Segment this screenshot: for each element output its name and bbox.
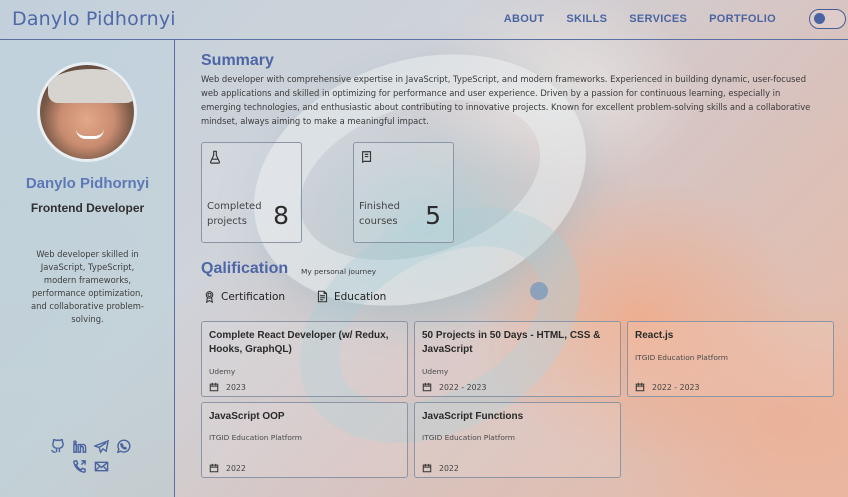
certificate-card[interactable]: JavaScript OOP ITGID Education Platform … xyxy=(201,402,408,478)
certificate-card[interactable]: React.js ITGID Education Platform 2022 -… xyxy=(627,321,834,397)
whatsapp-icon[interactable] xyxy=(115,438,131,454)
nav-skills[interactable]: SKILLS xyxy=(566,13,607,25)
profile-role: Frontend Developer xyxy=(30,201,145,215)
social-links xyxy=(45,438,135,474)
document-icon xyxy=(317,290,328,303)
certificate-title: JavaScript OOP xyxy=(209,411,285,422)
profile-name: Danylo Pidhornyi xyxy=(25,175,150,192)
github-icon[interactable] xyxy=(49,438,65,454)
certificate-date: 2022 xyxy=(209,463,246,473)
flask-icon xyxy=(208,149,222,164)
certificate-org: ITGID Education Platform xyxy=(209,433,302,442)
award-icon xyxy=(205,291,214,303)
tab-label: Education xyxy=(334,290,387,303)
calendar-icon xyxy=(422,463,432,473)
main-nav: ABOUT SKILLS SERVICES PORTFOLIO xyxy=(504,13,776,25)
theme-toggle-knob xyxy=(814,13,825,24)
certificate-org: Udemy xyxy=(209,367,236,376)
qualification-subtitle: My personal journey xyxy=(301,267,377,276)
stat-value: 8 xyxy=(273,201,289,230)
tab-education[interactable]: Education xyxy=(316,290,386,303)
certificate-date: 2022 - 2023 xyxy=(422,382,486,392)
tab-label: Certification xyxy=(221,290,286,303)
calendar-icon xyxy=(209,382,219,392)
stat-value: 5 xyxy=(425,201,441,230)
phone-icon[interactable] xyxy=(71,458,87,474)
certificate-title: 50 Projects in 50 Days - HTML, CSS & Jav… xyxy=(422,330,601,355)
certificate-title: JavaScript Functions xyxy=(422,411,524,422)
profile-bio: Web developer skilled in JavaScript, Typ… xyxy=(30,249,144,324)
certificate-card[interactable]: Complete React Developer (w/ Redux, Hook… xyxy=(201,321,408,397)
nav-about[interactable]: ABOUT xyxy=(504,13,545,25)
summary-title: Summary xyxy=(201,52,274,69)
avatar xyxy=(37,62,137,162)
nav-portfolio[interactable]: PORTFOLIO xyxy=(709,13,776,25)
certificate-card[interactable]: JavaScript Functions ITGID Education Pla… xyxy=(414,402,621,478)
stat-completed-projects: Completed projects 8 xyxy=(201,142,302,243)
stat-finished-courses: Finished courses 5 xyxy=(353,142,454,243)
book-icon xyxy=(360,149,374,163)
summary-text: Web developer with comprehensive experti… xyxy=(201,74,811,126)
certificate-title: React.js xyxy=(635,330,674,341)
top-header: Danylo Pidhornyi ABOUT SKILLS SERVICES P… xyxy=(0,0,848,40)
telegram-icon[interactable] xyxy=(93,438,109,454)
calendar-icon xyxy=(209,463,219,473)
theme-toggle[interactable] xyxy=(809,9,846,29)
certificate-date: 2022 - 2023 xyxy=(635,382,699,392)
stat-label: Finished courses xyxy=(359,201,400,227)
nav-services[interactable]: SERVICES xyxy=(629,13,687,25)
calendar-icon xyxy=(422,382,432,392)
email-icon[interactable] xyxy=(93,458,109,474)
profile-sidebar: Danylo Pidhornyi Frontend Developer Web … xyxy=(0,40,175,497)
decorative-sphere xyxy=(530,282,548,300)
certificate-card[interactable]: 50 Projects in 50 Days - HTML, CSS & Jav… xyxy=(414,321,621,397)
calendar-icon xyxy=(635,382,645,392)
certificate-org: ITGID Education Platform xyxy=(635,353,728,362)
certificate-org: Udemy xyxy=(422,367,449,376)
certificate-date: 2023 xyxy=(209,382,246,392)
stat-label: Completed projects xyxy=(207,201,262,227)
linkedin-icon[interactable] xyxy=(71,438,87,454)
qualification-title: Qalification xyxy=(201,260,289,277)
tab-certification[interactable]: Certification xyxy=(203,290,285,303)
certificate-date: 2022 xyxy=(422,463,459,473)
site-logo[interactable]: Danylo Pidhornyi xyxy=(12,8,176,30)
certificate-org: ITGID Education Platform xyxy=(422,433,515,442)
certificate-title: Complete React Developer (w/ Redux, Hook… xyxy=(209,330,389,355)
